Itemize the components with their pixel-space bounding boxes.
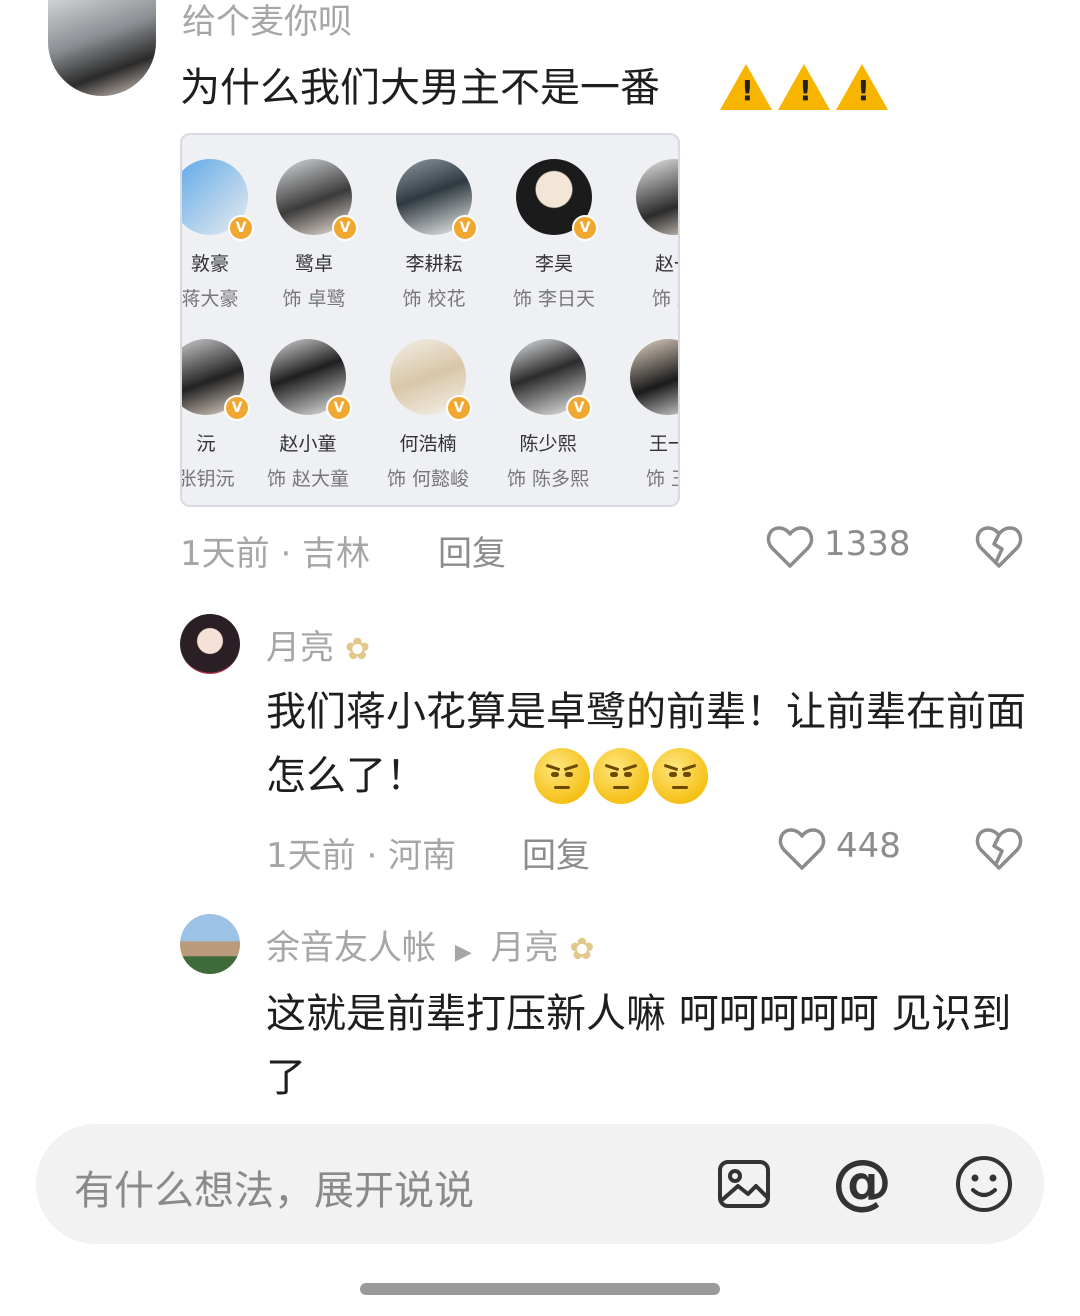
commenter-avatar[interactable]: [180, 614, 240, 674]
comment-image[interactable]: V 敦豪 蒋大豪 V 鹭卓 饰 卓鹭 V 李耕耘 饰 校花 V 李昊 饰 李日天…: [180, 133, 680, 507]
actor-name: 何浩楠: [399, 433, 457, 455]
actor-name: 赵小童: [279, 433, 337, 455]
verified-badge-icon: V: [452, 215, 478, 241]
comment-input[interactable]: 有什么想法，展开说说: [74, 1158, 474, 1216]
play-arrow-icon: ▶: [454, 940, 472, 965]
annoyed-emoji-icon: [534, 748, 590, 804]
mention-icon[interactable]: @: [832, 1146, 892, 1218]
actor-name: 鹭卓: [294, 253, 333, 275]
verified-badge-icon: V: [446, 395, 472, 421]
comment-time-location: 1天前 · 吉林: [180, 534, 371, 574]
like-button[interactable]: 448: [778, 824, 918, 874]
comment-text-body: 这就是前辈打压新人嘛 呵呵呵呵呵 见识到了: [266, 991, 1012, 1101]
role-name: 饰 校花: [402, 288, 466, 310]
cast-item: V 陈少熙 饰 陈多熙: [488, 339, 608, 491]
actor-photo: V: [630, 339, 678, 415]
actor-photo: V: [510, 339, 592, 421]
cast-item: V 赵一 饰 赵: [614, 159, 678, 311]
cast-item: V 李耕耘 饰 校花: [374, 159, 494, 311]
warning-icon: !: [836, 64, 888, 110]
annoyed-emoji-icon: [652, 748, 708, 804]
dislike-heart-icon[interactable]: [975, 524, 1023, 570]
home-indicator[interactable]: [360, 1283, 720, 1295]
actor-photo: V: [516, 159, 598, 241]
warning-icon: !: [720, 64, 772, 110]
role-name: 饰 赵: [651, 288, 678, 310]
actor-name: 赵一: [654, 253, 678, 275]
comment-input-bar[interactable]: 有什么想法，展开说说 @: [36, 1124, 1044, 1244]
emoji-row: [534, 748, 714, 808]
role-name: 饰 何懿峻: [386, 468, 470, 490]
actor-name: 陈少熙: [519, 433, 577, 455]
commenter-username[interactable]: 余音友人帐: [266, 928, 436, 968]
actor-photo: V: [390, 339, 472, 421]
comment-text: 这就是前辈打压新人嘛 呵呵呵呵呵 见识到了: [266, 982, 1026, 1110]
commenter-avatar[interactable]: [48, 0, 156, 96]
actor-photo: V: [182, 159, 254, 241]
annoyed-emoji-icon: [593, 748, 649, 804]
cast-item: V 赵小童 饰 赵大童: [248, 339, 368, 491]
role-name: 饰 王: [645, 468, 678, 490]
role-name: 饰 李日天: [512, 288, 596, 310]
heart-icon: [778, 828, 826, 870]
like-count: 1338: [824, 524, 911, 564]
actor-name: 王一: [648, 433, 678, 455]
wheat-badge-icon: ✿: [569, 932, 595, 967]
reply-button[interactable]: 回复: [522, 828, 590, 877]
like-count: 448: [836, 826, 901, 866]
dislike-heart-icon[interactable]: [975, 826, 1023, 872]
comment-text: 为什么我们大男主不是一番: [180, 56, 660, 120]
role-name: 饰 陈多熙: [506, 468, 590, 490]
cast-item: V 鹭卓 饰 卓鹭: [254, 159, 374, 311]
actor-name: 李耕耘: [405, 253, 463, 275]
verified-badge-icon: V: [572, 215, 598, 241]
comment-text-body: 为什么我们大男主不是一番: [180, 65, 660, 111]
image-icon[interactable]: [716, 1156, 772, 1212]
warning-emoji-row: ! ! !: [720, 64, 890, 114]
comment-time-location: 1天前 · 河南: [266, 836, 457, 876]
cast-item: V 王一 饰 王: [608, 339, 678, 491]
emoji-icon[interactable]: [954, 1154, 1014, 1214]
actor-name: 李昊: [534, 253, 573, 275]
cast-item: V 何浩楠 饰 何懿峻: [368, 339, 488, 491]
verified-badge-icon: V: [326, 395, 352, 421]
role-name: 饰 卓鹭: [282, 288, 346, 310]
heart-icon: [766, 526, 814, 568]
wheat-badge-icon: ✿: [344, 632, 370, 667]
reply-header: 余音友人帐 ▶ 月亮 ✿: [266, 920, 595, 969]
actor-photo: V: [636, 159, 678, 235]
like-button[interactable]: 1338: [766, 522, 916, 572]
actor-photo: V: [182, 339, 250, 421]
reply-to-username[interactable]: 月亮: [491, 928, 559, 968]
verified-badge-icon: V: [566, 395, 592, 421]
actor-photo: V: [270, 339, 352, 421]
verified-badge-icon: V: [228, 215, 254, 241]
commenter-username[interactable]: 给个麦你呗: [182, 0, 352, 43]
actor-photo: V: [396, 159, 478, 241]
commenter-username[interactable]: 月亮 ✿: [266, 620, 370, 669]
reply-button[interactable]: 回复: [438, 526, 506, 575]
verified-badge-icon: V: [224, 395, 250, 421]
cast-item: V 李昊 饰 李日天: [494, 159, 614, 311]
actor-photo: V: [276, 159, 358, 241]
username-text: 月亮: [266, 628, 334, 668]
warning-icon: !: [778, 64, 830, 110]
role-name: 饰 赵大童: [266, 468, 350, 490]
verified-badge-icon: V: [332, 215, 358, 241]
commenter-avatar[interactable]: [180, 914, 240, 974]
